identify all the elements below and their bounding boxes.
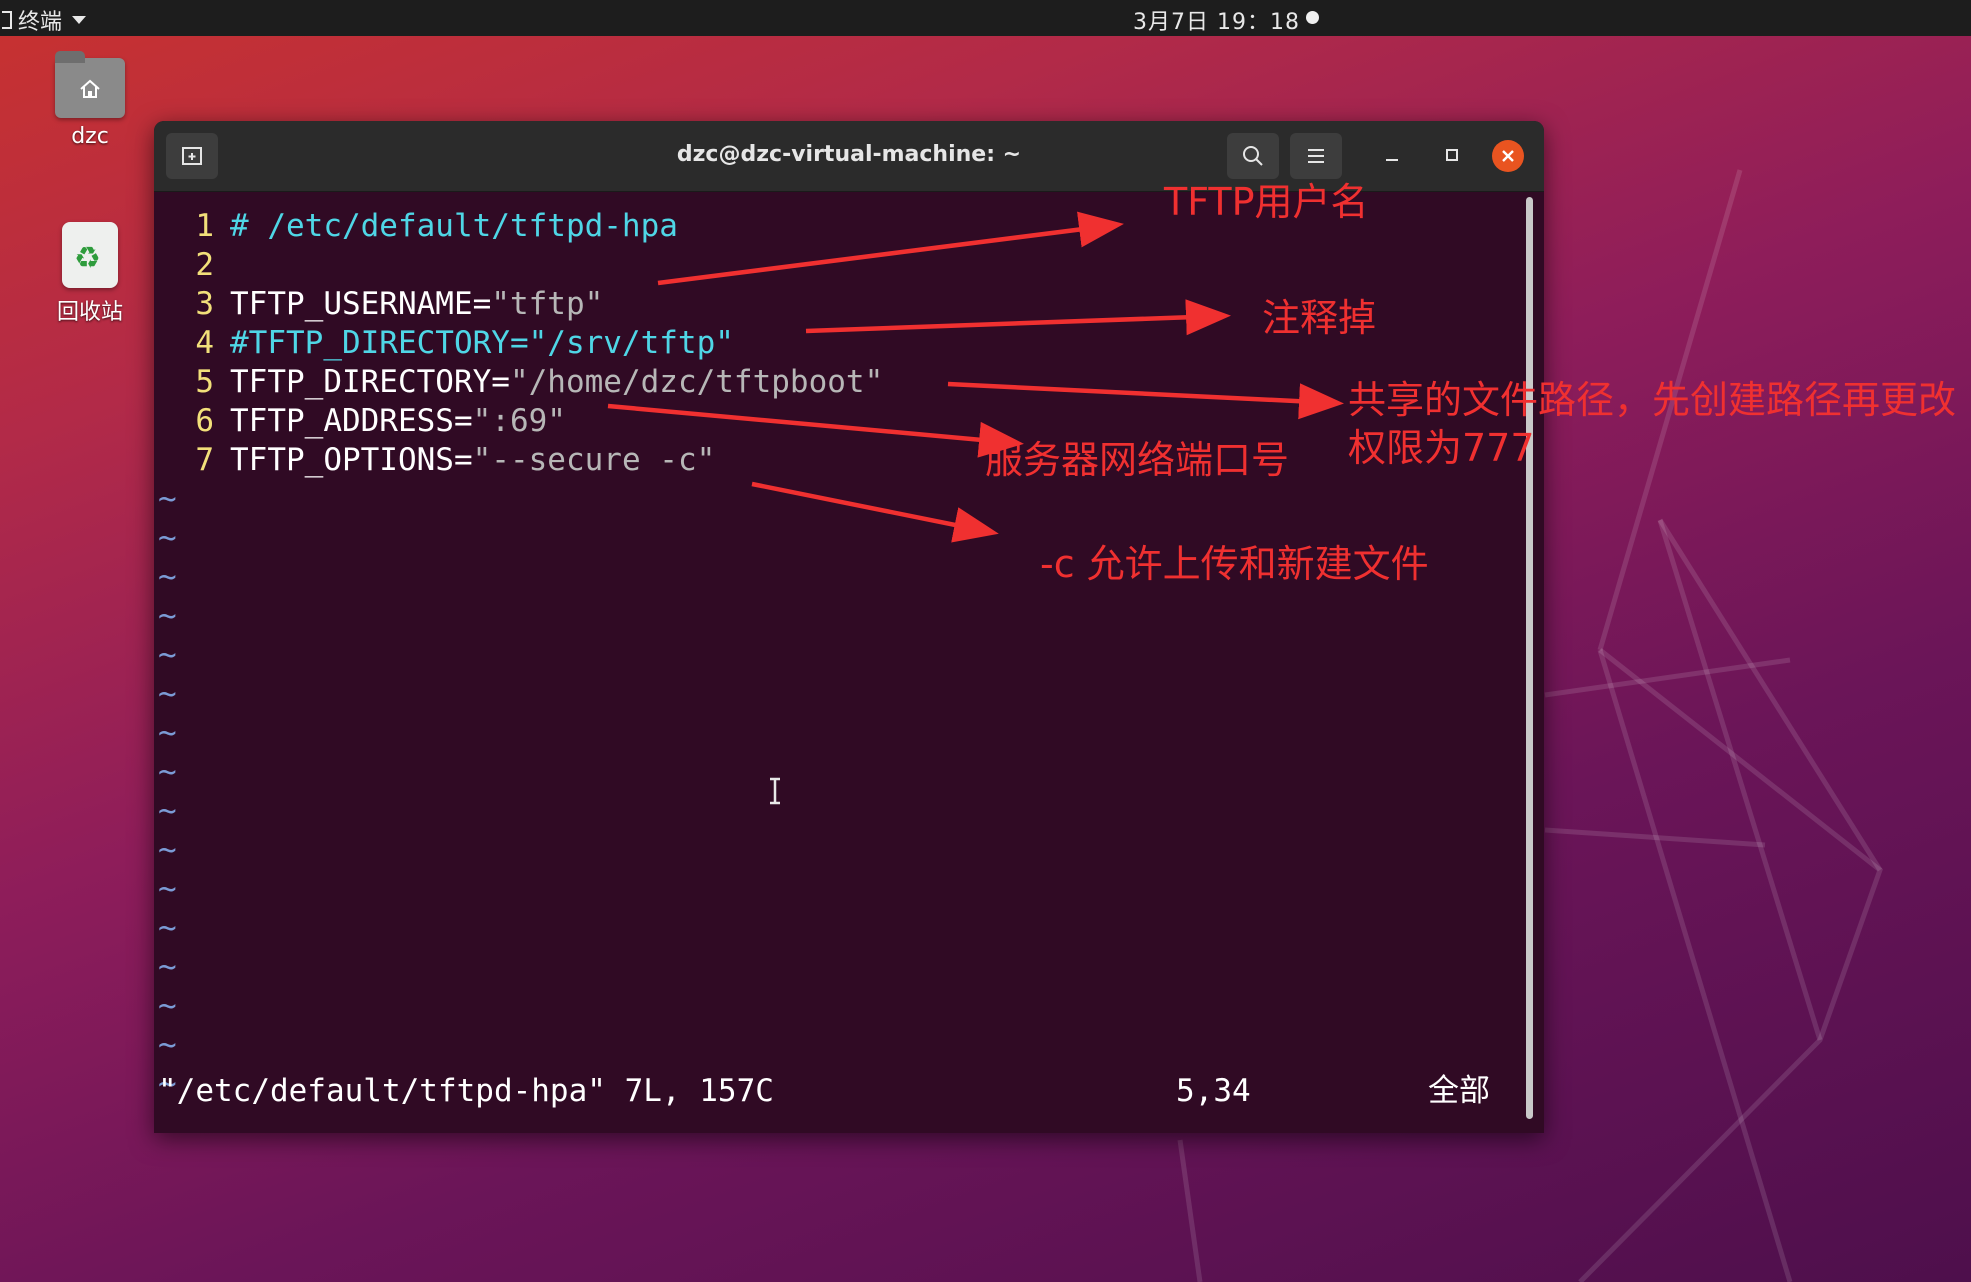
text-cursor-icon bbox=[770, 777, 780, 805]
code-comment: # /etc/default/tftpd-hpa bbox=[230, 208, 678, 244]
empty-line-tilde: ~ bbox=[158, 871, 177, 907]
trash-label: 回收站 bbox=[56, 300, 123, 325]
line-number: 5 bbox=[195, 364, 214, 400]
minimize-icon[interactable] bbox=[1380, 143, 1404, 167]
empty-line-tilde: ~ bbox=[158, 754, 177, 790]
line-number: 6 bbox=[195, 403, 214, 439]
code-string: "--secure -c" bbox=[472, 442, 716, 478]
empty-line-tilde: ~ bbox=[158, 715, 177, 751]
maximize-icon[interactable] bbox=[1440, 143, 1464, 167]
empty-line-tilde: ~ bbox=[158, 481, 177, 517]
code-line: 6 TFTP_ADDRESS=":69" bbox=[154, 402, 566, 441]
code-line: 3 TFTP_USERNAME="tftp" bbox=[154, 285, 603, 324]
status-file-info: "/etc/default/tftpd-hpa" 7L, 157C bbox=[158, 1073, 774, 1109]
hamburger-menu-icon bbox=[1308, 149, 1324, 163]
code-comment: #TFTP_DIRECTORY="/srv/tftp" bbox=[230, 325, 734, 361]
empty-line-tilde: ~ bbox=[158, 676, 177, 712]
code-string: "tftp" bbox=[491, 286, 604, 322]
empty-line-tilde: ~ bbox=[158, 949, 177, 985]
vim-status-line: "/etc/default/tftpd-hpa" 7L, 157C 5,34 全部 bbox=[158, 1071, 1498, 1111]
code-line: 7 TFTP_OPTIONS="--secure -c" bbox=[154, 441, 715, 480]
code-line: 5 TFTP_DIRECTORY="/home/dzc/tftpboot" bbox=[154, 363, 883, 402]
code-string: ":69" bbox=[472, 403, 566, 439]
empty-line-tilde: ~ bbox=[158, 988, 177, 1024]
chevron-down-icon bbox=[72, 16, 87, 24]
terminal-app-icon bbox=[2, 11, 12, 29]
menu-button[interactable] bbox=[1290, 133, 1342, 179]
annotation-options: -c 允许上传和新建文件 bbox=[1040, 542, 1429, 586]
annotation-comment: 注释掉 bbox=[1262, 296, 1377, 340]
empty-line-tilde: ~ bbox=[158, 559, 177, 595]
line-number: 3 bbox=[195, 286, 214, 322]
close-icon bbox=[1502, 150, 1514, 162]
notification-dot-icon bbox=[1306, 11, 1319, 24]
empty-line-tilde: ~ bbox=[158, 793, 177, 829]
code-line: 2 bbox=[154, 246, 230, 285]
clock[interactable]: 3月7日 19：18 bbox=[1133, 4, 1300, 36]
app-menu[interactable]: 终端 bbox=[2, 4, 87, 36]
code-line: 1 # /etc/default/tftpd-hpa bbox=[154, 207, 678, 246]
line-number: 4 bbox=[195, 325, 214, 361]
trash-icon: ♻ bbox=[62, 222, 118, 288]
search-icon bbox=[1243, 146, 1263, 166]
line-number: 2 bbox=[195, 247, 214, 283]
code-line: 4 #TFTP_DIRECTORY="/srv/tftp" bbox=[154, 324, 734, 363]
code-string: "/home/dzc/tftpboot" bbox=[509, 364, 884, 400]
empty-line-tilde: ~ bbox=[158, 598, 177, 634]
code-key: TFTP_ADDRESS= bbox=[230, 403, 473, 439]
status-cursor-position: 5,34 bbox=[1176, 1073, 1251, 1109]
terminal-window[interactable]: dzc@dzc-virtual-machine: ~ 1 # /etc/defau… bbox=[154, 121, 1544, 1133]
status-scroll-percent: 全部 bbox=[1428, 1073, 1490, 1109]
empty-line-tilde: ~ bbox=[158, 637, 177, 673]
line-number: 1 bbox=[195, 208, 214, 244]
code-key: TFTP_DIRECTORY= bbox=[230, 364, 510, 400]
home-folder-label: dzc bbox=[71, 124, 109, 149]
desktop-home-folder[interactable]: dzc bbox=[35, 51, 145, 149]
annotation-directory-line2: 权限为777 bbox=[1348, 426, 1535, 470]
empty-line-tilde: ~ bbox=[158, 520, 177, 556]
code-key: TFTP_USERNAME= bbox=[230, 286, 492, 322]
empty-line-tilde: ~ bbox=[158, 910, 177, 946]
annotation-username: TFTP用户名 bbox=[1164, 180, 1369, 224]
top-bar: 终端 3月7日 19：18 bbox=[0, 0, 1971, 36]
folder-icon bbox=[55, 51, 125, 118]
home-icon bbox=[80, 79, 100, 98]
close-button[interactable] bbox=[1492, 140, 1524, 172]
scrollbar[interactable] bbox=[1526, 197, 1533, 1119]
annotation-address: 服务器网络端口号 bbox=[985, 438, 1290, 482]
search-button[interactable] bbox=[1227, 133, 1279, 179]
annotation-directory-line1: 共享的文件路径，先创建路径再更改 bbox=[1348, 378, 1957, 422]
desktop-trash[interactable]: ♻ 回收站 bbox=[35, 222, 145, 326]
empty-line-tilde: ~ bbox=[158, 1027, 177, 1063]
empty-line-tilde: ~ bbox=[158, 832, 177, 868]
code-key: TFTP_OPTIONS= bbox=[230, 442, 473, 478]
line-number: 7 bbox=[195, 442, 214, 478]
recycle-icon: ♻ bbox=[74, 241, 101, 276]
app-menu-label: 终端 bbox=[18, 10, 63, 35]
